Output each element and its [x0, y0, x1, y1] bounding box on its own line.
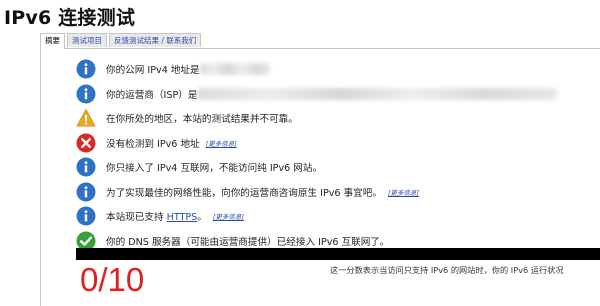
- tab-summary[interactable]: 摘要: [40, 33, 65, 49]
- result-row-ask-isp: 为了实现最佳的网络性能，向你的运营商咨询原生 IPv6 事宜吧。 [更多信息]: [76, 180, 596, 205]
- result-row-https: 本站现已支持 HTTPS。 [更多信息]: [76, 204, 596, 229]
- score-bar: [76, 248, 600, 260]
- result-text: 你的公网 IPv4 地址是: [106, 65, 200, 77]
- result-row-no-ipv6: 没有检测到 IPv6 地址 [更多信息]: [76, 131, 596, 156]
- more-info-link[interactable]: [更多信息]: [206, 138, 237, 148]
- result-text: 为了实现最佳的网络性能，向你的运营商咨询原生 IPv6 事宜吧。: [106, 187, 382, 199]
- result-text: 你只接入了 IPv4 互联网，不能访问纯 IPv6 网站。: [106, 163, 323, 175]
- result-row-ipv4-only: 你只接入了 IPv4 互联网，不能访问纯 IPv6 网站。: [76, 155, 596, 180]
- tab-test-items[interactable]: 测试项目: [67, 33, 107, 47]
- ipv6-score: 0/10: [80, 261, 145, 298]
- error-icon: [76, 133, 96, 153]
- page-title: IPv6 连接测试: [4, 7, 136, 29]
- info-icon: [76, 84, 96, 104]
- score-note: 这一分数表示当访问只支持 IPv6 的网站时，你的 IPv6 运行状况: [330, 265, 564, 275]
- warning-icon: [76, 108, 96, 128]
- redacted-isp-value: [197, 87, 558, 100]
- redacted-ipv4-value: [199, 63, 270, 76]
- result-text: 在你所处的地区，本站的测试结果并不可靠。: [106, 114, 298, 126]
- tab-bar: 摘要 测试项目 反馈测试结果 / 联系我们: [40, 33, 203, 49]
- info-icon: [76, 182, 96, 202]
- info-icon: [76, 59, 96, 79]
- result-text: 本站现已支持 HTTPS。: [106, 209, 207, 223]
- result-row-isp: 你的运营商（ISP）是: [76, 82, 596, 107]
- result-row-ipv4-address: 你的公网 IPv4 地址是: [76, 57, 596, 82]
- info-icon: [76, 206, 96, 226]
- result-text-after: 。: [197, 212, 207, 224]
- result-row-unreliable-region: 在你所处的地区，本站的测试结果并不可靠。: [76, 106, 596, 131]
- more-info-link[interactable]: [更多信息]: [213, 211, 244, 221]
- result-text: 你的运营商（ISP）是: [106, 89, 198, 101]
- result-text: 没有检测到 IPv6 地址: [106, 138, 200, 150]
- result-text: 你的 DNS 服务器（可能由运营商提供）已经接入 IPv6 互联网了。: [106, 236, 390, 248]
- result-text-before: 本站现已支持: [106, 212, 167, 224]
- info-icon: [76, 157, 96, 177]
- tab-feedback-contact[interactable]: 反馈测试结果 / 联系我们: [109, 33, 202, 47]
- https-link[interactable]: HTTPS: [167, 212, 198, 223]
- more-info-link[interactable]: [更多信息]: [388, 187, 419, 197]
- results-list: 你的公网 IPv4 地址是 你的运营商（ISP）是 在你所处的地区，本站的测试结…: [76, 57, 596, 253]
